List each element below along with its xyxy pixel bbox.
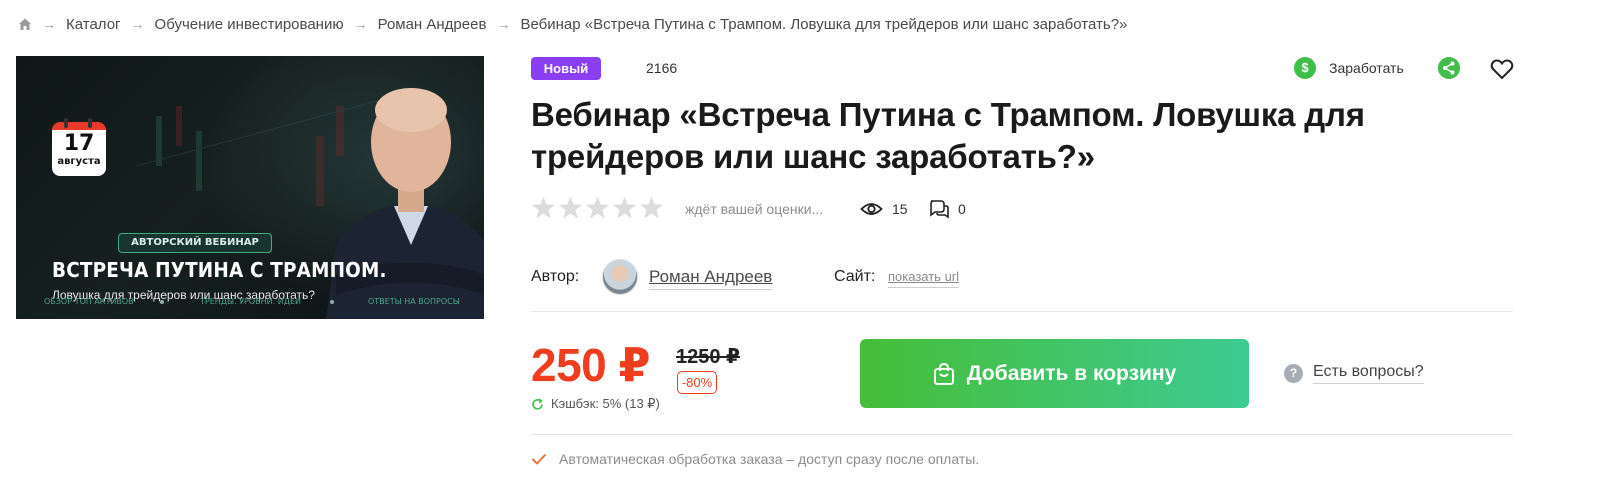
banner-footer-item: ОБЗОР ТОП АКТИВОВ [44, 297, 134, 306]
breadcrumb-catalog[interactable]: Каталог [66, 16, 121, 33]
author-link[interactable]: Роман Андреев [649, 267, 773, 290]
questions-link[interactable]: ? Есть вопросы? [1284, 363, 1424, 384]
banner-footer-item: ОТВЕТЫ НА ВОПРОСЫ [368, 297, 460, 306]
star-icon[interactable] [639, 195, 664, 220]
calendar-month: августа [57, 156, 101, 167]
discount-badge: -80% [677, 371, 717, 394]
eye-icon [860, 203, 883, 215]
rating-hint: ждёт вашей оценки... [685, 201, 824, 217]
show-url-link[interactable]: показать url [888, 269, 960, 288]
breadcrumb-current: Вебинар «Встреча Путина с Трампом. Ловуш… [520, 15, 1128, 33]
bullet-dot [160, 300, 164, 304]
arrow-right-icon: → [353, 16, 368, 32]
dollar-coin-icon: $ [1294, 57, 1316, 79]
favorite-heart-icon[interactable] [1490, 57, 1514, 81]
product-image[interactable]: 17 августа АВТОРСКИЙ ВЕБИНАР ВСТРЕЧА ПУТ… [16, 56, 484, 319]
cashback-text: Кэшбэк: 5% (13 ₽) [551, 396, 660, 411]
author-avatar[interactable] [602, 259, 638, 295]
star-icon[interactable] [531, 195, 556, 220]
calendar-day: 17 [63, 131, 95, 156]
divider [531, 434, 1513, 435]
questions-label: Есть вопросы? [1313, 363, 1424, 384]
product-title: Вебинар «Встреча Путина с Трампом. Ловуш… [531, 96, 1365, 175]
new-badge: Новый [531, 57, 601, 80]
rating-stars[interactable] [531, 195, 666, 220]
star-icon[interactable] [585, 195, 610, 220]
comments-count: 0 [958, 201, 966, 217]
checkmark-icon [531, 453, 547, 465]
calendar-badge: 17 августа [52, 118, 106, 176]
home-icon[interactable] [18, 17, 32, 31]
comments-icon[interactable] [928, 198, 950, 220]
refresh-icon [532, 398, 543, 410]
earn-button[interactable]: $ Заработать [1294, 57, 1404, 79]
auto-note-text: Автоматическая обработка заказа – доступ… [559, 451, 980, 467]
shopping-bag-icon [933, 362, 954, 385]
banner-headline: ВСТРЕЧА ПУТИНА С ТРАМПОМ. [52, 258, 387, 282]
site-label: Сайт: [834, 268, 876, 285]
author-label: Автор: [531, 268, 580, 285]
current-price: 250 ₽ [531, 339, 651, 391]
old-price: 1250 ₽ [676, 346, 740, 368]
arrow-right-icon: → [130, 16, 145, 32]
breadcrumb-author[interactable]: Роман Андреев [378, 16, 487, 33]
arrow-right-icon: → [42, 16, 56, 32]
question-icon: ? [1284, 364, 1303, 383]
banner-footer-item: ТРЕНДЫ. УРОВНИ. ИДЕИ [200, 297, 302, 306]
auto-processing-note: Автоматическая обработка заказа – доступ… [531, 451, 979, 467]
share-icon[interactable] [1438, 57, 1460, 79]
star-icon[interactable] [612, 195, 637, 220]
bullet-dot [330, 300, 334, 304]
add-to-cart-label: Добавить в корзину [966, 361, 1177, 385]
earn-label: Заработать [1329, 60, 1404, 76]
cashback-info: Кэшбэк: 5% (13 ₽) [531, 396, 660, 412]
views-count: 15 [892, 201, 908, 217]
arrow-right-icon: → [496, 16, 511, 32]
breadcrumb: → Каталог → Обучение инвестированию → Ро… [18, 14, 1127, 34]
product-id: 2166 [646, 60, 678, 76]
divider [531, 311, 1513, 312]
breadcrumb-investing[interactable]: Обучение инвестированию [155, 16, 344, 33]
webinar-tag: АВТОРСКИЙ ВЕБИНАР [118, 233, 272, 253]
add-to-cart-button[interactable]: Добавить в корзину [860, 339, 1249, 408]
star-icon[interactable] [558, 195, 583, 220]
